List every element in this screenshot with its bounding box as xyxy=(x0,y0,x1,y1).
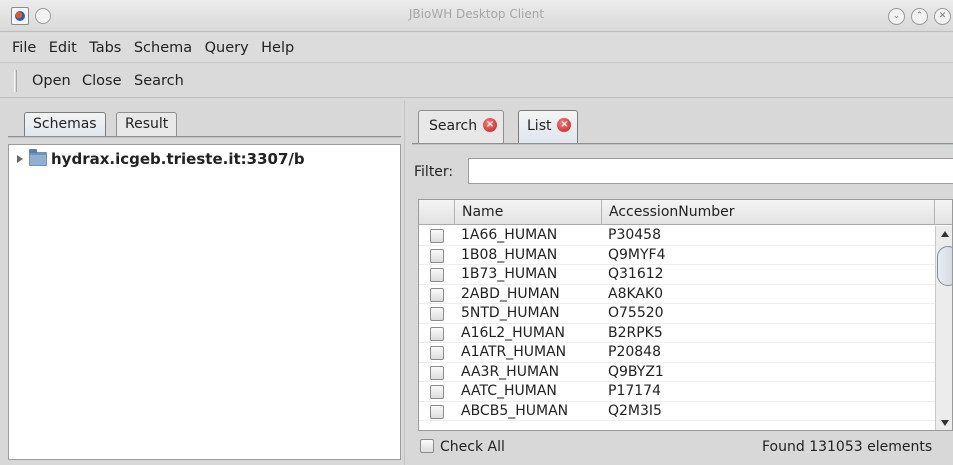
row-checkbox[interactable] xyxy=(430,229,444,243)
row-checkbox[interactable] xyxy=(430,326,444,341)
check-all-checkbox[interactable]: Check All xyxy=(420,437,505,457)
cell-name: 5NTD_HUMAN xyxy=(461,305,560,321)
table-header: Name AccessionNumber xyxy=(419,200,952,225)
cell-name: 1A66_HUMAN xyxy=(461,227,558,243)
schemas-panel: Schemas Result hydrax.icgeb.trieste.it:3… xyxy=(8,108,401,460)
status-text: Found 131053 elements xyxy=(762,439,933,455)
column-header-select[interactable] xyxy=(419,200,455,225)
table-row[interactable]: 2ABD_HUMAN A8KAK0 xyxy=(419,285,935,304)
check-all-label: Check All xyxy=(440,439,505,455)
menu-schema[interactable]: Schema xyxy=(134,33,192,63)
tab-list[interactable]: List × xyxy=(518,110,579,143)
tab-strip-divider xyxy=(8,136,401,138)
table-row[interactable]: 1A66_HUMAN P30458 xyxy=(419,226,935,246)
close-tab-list-icon[interactable]: × xyxy=(557,118,572,132)
table-row[interactable]: 1B73_HUMAN Q31612 xyxy=(419,265,935,285)
table-row[interactable]: ABCB5_HUMAN Q2M3I5 xyxy=(419,402,935,421)
tab-list-label: List xyxy=(527,118,552,134)
cell-name: 1B73_HUMAN xyxy=(461,266,558,282)
folder-icon xyxy=(29,149,47,166)
tab-search-label: Search xyxy=(429,118,478,134)
cell-name: AA3R_HUMAN xyxy=(461,363,560,380)
table-row[interactable]: 1B08_HUMAN Q9MYF4 xyxy=(419,246,935,265)
open-button[interactable]: Open xyxy=(32,64,71,98)
menu-edit[interactable]: Edit xyxy=(49,33,77,63)
cell-accession: Q31612 xyxy=(608,266,664,282)
table-row[interactable]: AATC_HUMAN P17174 xyxy=(419,382,935,402)
row-checkbox[interactable] xyxy=(430,385,444,399)
menu-help[interactable]: Help xyxy=(261,33,294,63)
expand-arrow-icon[interactable] xyxy=(17,155,23,163)
table-body: 1A66_HUMAN P30458 1B08_HUMAN Q9MYF4 1B73_HUM… xyxy=(419,226,935,421)
cell-accession: Q9MYF4 xyxy=(608,246,666,263)
scroll-up-icon[interactable] xyxy=(941,231,949,237)
schema-tree[interactable]: hydrax.icgeb.trieste.it:3307/b xyxy=(8,144,401,460)
cell-accession: O75520 xyxy=(608,305,664,321)
close-window-button[interactable]: ✕ xyxy=(934,8,951,25)
cell-accession: P17174 xyxy=(608,383,661,399)
list-panel: Search × List × Filter: Name AccessionNumb… xyxy=(412,108,953,465)
cell-name: A1ATR_HUMAN xyxy=(461,344,567,360)
tab-schemas[interactable]: Schemas xyxy=(24,112,106,137)
tab-result[interactable]: Result xyxy=(116,112,178,137)
split-pane-divider[interactable] xyxy=(404,100,408,465)
checkbox-icon[interactable] xyxy=(420,439,434,453)
cell-accession: Q2M3I5 xyxy=(608,402,662,419)
scrollbar-thumb[interactable] xyxy=(937,246,952,286)
toolbar-grip[interactable] xyxy=(14,70,17,92)
close-tab-search-icon[interactable]: × xyxy=(483,118,498,132)
menu-tabs[interactable]: Tabs xyxy=(89,33,121,63)
column-header-accession[interactable]: AccessionNumber xyxy=(602,200,935,225)
menu-file[interactable]: File xyxy=(12,33,36,63)
cell-accession: P30458 xyxy=(608,227,661,243)
filter-label: Filter: xyxy=(414,164,454,180)
cell-name: 2ABD_HUMAN xyxy=(461,285,560,302)
minimize-button[interactable]: ⌄ xyxy=(888,8,905,25)
scroll-down-icon[interactable] xyxy=(941,420,949,426)
row-checkbox[interactable] xyxy=(430,404,444,419)
title-bar: JBioWH Desktop Client ⌄ ⌃ ✕ xyxy=(0,0,953,32)
cell-accession: B2RPK5 xyxy=(608,324,663,341)
row-checkbox[interactable] xyxy=(430,287,444,302)
tab-strip-divider xyxy=(412,143,953,145)
cell-name: ABCB5_HUMAN xyxy=(461,402,569,419)
window-title: JBioWH Desktop Client xyxy=(408,7,545,21)
search-button[interactable]: Search xyxy=(134,64,184,98)
toolbar: Open Close Search xyxy=(0,64,953,98)
cell-name: AATC_HUMAN xyxy=(461,383,557,399)
column-header-name[interactable]: Name xyxy=(455,200,602,225)
row-checkbox[interactable] xyxy=(430,268,444,282)
cell-accession: P20848 xyxy=(608,344,661,360)
filter-input[interactable] xyxy=(468,158,953,184)
close-button[interactable]: Close xyxy=(82,64,122,98)
tab-search[interactable]: Search × xyxy=(418,110,505,143)
menu-bar: File Edit Tabs Schema Query Help xyxy=(0,33,953,63)
table-row[interactable]: A16L2_HUMAN B2RPK5 xyxy=(419,324,935,343)
table-row[interactable]: AA3R_HUMAN Q9BYZ1 xyxy=(419,363,935,382)
row-checkbox[interactable] xyxy=(430,248,444,263)
cell-accession: Q9BYZ1 xyxy=(608,363,664,380)
table-row[interactable]: 5NTD_HUMAN O75520 xyxy=(419,304,935,324)
cell-accession: A8KAK0 xyxy=(608,285,664,302)
cell-name: A16L2_HUMAN xyxy=(461,324,566,341)
row-checkbox[interactable] xyxy=(430,346,444,360)
cell-name: 1B08_HUMAN xyxy=(461,246,558,263)
tree-node-label: hydrax.icgeb.trieste.it:3307/b xyxy=(51,150,305,168)
row-checkbox[interactable] xyxy=(430,307,444,321)
maximize-button[interactable]: ⌃ xyxy=(911,8,928,25)
vertical-scrollbar[interactable] xyxy=(935,226,952,430)
row-checkbox[interactable] xyxy=(430,365,444,380)
table-row[interactable]: A1ATR_HUMAN P20848 xyxy=(419,343,935,363)
results-table: Name AccessionNumber 1A66_HUMAN P30458 1B0… xyxy=(418,199,953,431)
menu-query[interactable]: Query xyxy=(205,33,249,63)
